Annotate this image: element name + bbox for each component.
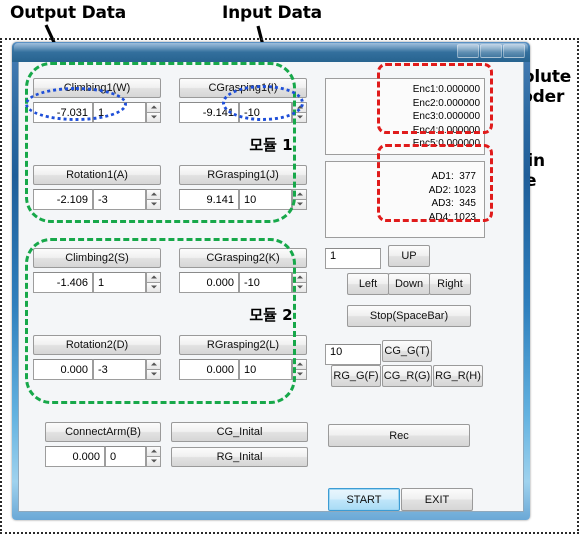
input-connect-arm[interactable]: 0 [105, 446, 146, 467]
titlebar-sheen [14, 43, 528, 52]
button-right[interactable]: Right [429, 273, 471, 295]
input-rotation2[interactable]: -3 [93, 359, 146, 380]
jog-step-input[interactable]: 1 [325, 248, 381, 269]
button-rg-g[interactable]: RG_G(F) [331, 365, 381, 387]
input-rotation1[interactable]: -3 [93, 189, 146, 210]
button-climbing2[interactable]: Climbing2(S) [33, 248, 161, 268]
spinner-rgrasping2[interactable] [292, 359, 307, 380]
spinner-up-icon[interactable] [146, 359, 161, 370]
output-rgrasping1: 9.141 [179, 189, 239, 210]
strain-gage-values: AD1: 377 AD2: 1023 AD3: 345 AD4: 1023 [428, 171, 476, 223]
button-rotation2[interactable]: Rotation2(D) [33, 335, 161, 355]
spinner-climbing2[interactable] [146, 272, 161, 293]
spinner-up-icon[interactable] [146, 272, 161, 283]
spinner-down-icon[interactable] [146, 282, 161, 293]
spinner-up-icon[interactable] [146, 446, 161, 457]
button-rg-inital[interactable]: RG_Inital [171, 447, 308, 467]
button-cg-g[interactable]: CG_G(T) [382, 340, 432, 362]
button-cg-inital[interactable]: CG_Inital [171, 422, 308, 442]
strain-gage-panel: AD1: 377 AD2: 1023 AD3: 345 AD4: 1023 [325, 161, 485, 238]
button-exit[interactable]: EXIT [401, 488, 473, 511]
spinner-up-icon[interactable] [292, 272, 307, 283]
close-icon[interactable] [503, 44, 525, 58]
grasp-step-input[interactable]: 10 [325, 344, 381, 365]
spinner-cgrasping2[interactable] [292, 272, 307, 293]
spinner-down-icon[interactable] [146, 456, 161, 467]
spinner-rotation2[interactable] [146, 359, 161, 380]
spinner-rotation1[interactable] [146, 189, 161, 210]
button-rgrasping1[interactable]: RGrasping1(J) [179, 165, 307, 185]
output-cgrasping1: -9.141 [179, 102, 239, 123]
client-area: Climbing1(W) -7.031 1 CGrasping1(I) -9.1… [18, 62, 524, 512]
minimize-icon[interactable] [457, 44, 479, 58]
output-cgrasping2: 0.000 [179, 272, 239, 293]
button-rg-r[interactable]: RG_R(H) [433, 365, 483, 387]
button-cgrasping1[interactable]: CGrasping1(I) [179, 78, 307, 98]
application-window: Climbing1(W) -7.031 1 CGrasping1(I) -9.1… [12, 42, 530, 520]
input-cgrasping1[interactable]: -10 [239, 102, 292, 123]
spinner-up-icon[interactable] [146, 189, 161, 200]
spinner-climbing1[interactable] [146, 102, 161, 123]
spinner-up-icon[interactable] [292, 359, 307, 370]
spinner-down-icon[interactable] [292, 369, 307, 380]
spinner-up-icon[interactable] [292, 102, 307, 113]
spinner-rgrasping1[interactable] [292, 189, 307, 210]
button-cgrasping2[interactable]: CGrasping2(K) [179, 248, 307, 268]
input-climbing2[interactable]: 1 [93, 272, 146, 293]
window-titlebar[interactable] [12, 42, 530, 62]
spinner-down-icon[interactable] [292, 112, 307, 123]
window-controls [457, 44, 525, 58]
spinner-down-icon[interactable] [292, 199, 307, 210]
button-left[interactable]: Left [347, 273, 389, 295]
button-stop[interactable]: Stop(SpaceBar) [347, 305, 471, 327]
button-rgrasping2[interactable]: RGrasping2(L) [179, 335, 307, 355]
spinner-down-icon[interactable] [292, 282, 307, 293]
button-down[interactable]: Down [388, 273, 430, 295]
spinner-connect-arm[interactable] [146, 446, 161, 467]
output-connect-arm: 0.000 [45, 446, 105, 467]
button-cg-r[interactable]: CG_R(G) [382, 365, 432, 387]
spinner-up-icon[interactable] [146, 102, 161, 113]
spinner-down-icon[interactable] [146, 199, 161, 210]
spinner-down-icon[interactable] [146, 369, 161, 380]
button-climbing1[interactable]: Climbing1(W) [33, 78, 161, 98]
input-rgrasping2[interactable]: 10 [239, 359, 292, 380]
output-rotation2: 0.000 [33, 359, 93, 380]
spinner-cgrasping1[interactable] [292, 102, 307, 123]
encoder-panel: Enc1:0.000000 Enc2:0.000000 Enc3:0.00000… [325, 78, 485, 155]
spinner-up-icon[interactable] [292, 189, 307, 200]
encoder-values: Enc1:0.000000 Enc2:0.000000 Enc3:0.00000… [412, 84, 480, 149]
input-cgrasping2[interactable]: -10 [239, 272, 292, 293]
maximize-icon[interactable] [480, 44, 502, 58]
input-rgrasping1[interactable]: 10 [239, 189, 292, 210]
output-climbing1: -7.031 [33, 102, 93, 123]
button-rotation1[interactable]: Rotation1(A) [33, 165, 161, 185]
button-connect-arm[interactable]: ConnectArm(B) [45, 422, 161, 442]
button-start[interactable]: START [328, 488, 400, 511]
button-up[interactable]: UP [388, 245, 430, 267]
output-rotation1: -2.109 [33, 189, 93, 210]
spinner-down-icon[interactable] [146, 112, 161, 123]
input-climbing1[interactable]: 1 [93, 102, 146, 123]
button-rec[interactable]: Rec [328, 424, 470, 447]
output-climbing2: -1.406 [33, 272, 93, 293]
output-rgrasping2: 0.000 [179, 359, 239, 380]
